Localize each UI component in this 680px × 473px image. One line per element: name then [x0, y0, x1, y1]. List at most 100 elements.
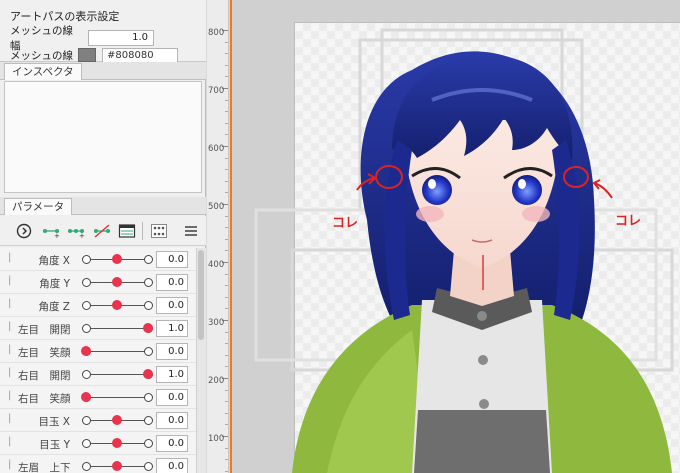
parameter-name: 角度 X: [38, 255, 70, 267]
annotation-label-right: コレ: [615, 214, 642, 229]
parameter-value-input[interactable]: 0.0: [156, 412, 188, 429]
ruler-label: 500: [208, 202, 225, 212]
parameter-slider-max: [144, 347, 153, 356]
parameter-slider-knob[interactable]: [143, 323, 153, 333]
parameter-row[interactable]: | 目玉 Y 0.0: [0, 432, 196, 455]
parameter-slider-min: [82, 370, 91, 379]
parameter-value-input[interactable]: 0.0: [156, 274, 188, 291]
parameter-name: 左眉 上下: [18, 462, 71, 473]
parameter-slider-knob[interactable]: [81, 392, 91, 402]
parameter-list-scroll-thumb[interactable]: [198, 250, 204, 340]
parameter-list: | 角度 X 0.0 | 角度 Y 0.0 | 角度 Z 0.0 | 左目 開閉 1.0 | 左目 笑顔 0…: [0, 248, 196, 473]
annotation-label-left: コレ: [332, 216, 359, 231]
parameter-slider-max: [144, 301, 153, 310]
parameter-name: 角度 Y: [39, 278, 70, 290]
parameter-value-input[interactable]: 0.0: [156, 389, 188, 406]
mesh-line-color-swatch[interactable]: [78, 48, 96, 62]
vertical-ruler: 800 700 600 500 400 300 200 100: [207, 0, 229, 473]
art-path-display-settings: アートパスの表示設定 メッシュの線幅 1.0 メッシュの線色 #808080: [0, 0, 206, 62]
parameter-slider-knob[interactable]: [81, 346, 91, 356]
parameter-link-mark: |: [8, 252, 12, 263]
parameter-slider-min: [82, 301, 91, 310]
keyform-table-icon[interactable]: [117, 222, 137, 240]
parameter-value-input[interactable]: 1.0: [156, 366, 188, 383]
parameter-slider-min: [82, 278, 91, 287]
parameter-slider-knob[interactable]: [112, 300, 122, 310]
parameter-slider-knob[interactable]: [112, 254, 122, 264]
ruler-label: 700: [208, 86, 225, 96]
parameter-slider-min: [82, 462, 91, 471]
parameter-row[interactable]: | 角度 Z 0.0: [0, 294, 196, 317]
add-key-icon[interactable]: +: [41, 222, 61, 240]
svg-text:+: +: [54, 232, 60, 239]
ruler-minor-tick: [225, 331, 228, 333]
ruler-minor-tick: [225, 215, 228, 217]
parameter-slider-track[interactable]: [86, 374, 148, 375]
parameter-slider-min: [82, 324, 91, 333]
ruler-minor-tick: [225, 296, 228, 298]
parameter-row[interactable]: | 目玉 X 0.0: [0, 409, 196, 432]
art-path-settings-title: アートパスの表示設定: [10, 10, 120, 23]
editor-window: アートパスの表示設定 メッシュの線幅 1.0 メッシュの線色 #808080 イ…: [0, 0, 680, 473]
parameter-link-mark: |: [8, 344, 12, 355]
parameter-slider-knob[interactable]: [143, 369, 153, 379]
parameter-row[interactable]: | 角度 Y 0.0: [0, 271, 196, 294]
parameter-row[interactable]: | 右目 笑顔 0.0: [0, 386, 196, 409]
parameter-name: 目玉 X: [38, 416, 70, 428]
parameter-slider-knob[interactable]: [112, 461, 122, 471]
tab-parameters[interactable]: パラメータ: [4, 198, 73, 215]
ruler-minor-tick: [225, 227, 228, 229]
play-circle-icon[interactable]: [14, 222, 34, 240]
parameter-slider-knob[interactable]: [112, 277, 122, 287]
ruler-minor-tick: [225, 180, 228, 182]
remove-keys-icon[interactable]: [92, 222, 112, 240]
parameter-slider-max: [144, 278, 153, 287]
parameter-value-input[interactable]: 0.0: [156, 297, 188, 314]
add-keys-icon[interactable]: +: [66, 222, 86, 240]
parameter-slider-min: [82, 416, 91, 425]
parameter-slider-track[interactable]: [86, 328, 148, 329]
ruler-minor-tick: [225, 134, 228, 136]
parameter-value-input[interactable]: 1.0: [156, 320, 188, 337]
left-blush: [416, 206, 444, 222]
parameter-name: 角度 Z: [38, 301, 70, 313]
parameter-row[interactable]: | 左目 開閉 1.0: [0, 317, 196, 340]
parameter-row[interactable]: | 左眉 上下 0.0: [0, 455, 196, 473]
mesh-line-width-input[interactable]: 1.0: [88, 30, 154, 46]
parameter-value-input[interactable]: 0.0: [156, 458, 188, 473]
ruler-minor-tick: [225, 470, 228, 472]
parameter-value-input[interactable]: 0.0: [156, 251, 188, 268]
parameter-value-input[interactable]: 0.0: [156, 435, 188, 452]
parameter-slider-max: [144, 255, 153, 264]
ruler-minor-tick: [225, 169, 228, 171]
parameter-row[interactable]: | 左目 笑顔 0.0: [0, 340, 196, 363]
mesh-line-color-label: メッシュの線色: [10, 50, 73, 62]
ruler-minor-tick: [225, 64, 228, 66]
ruler-minor-tick: [225, 53, 228, 55]
canvas-view[interactable]: コレ コレ: [232, 0, 680, 473]
parameters-toolbar: + +: [0, 216, 206, 246]
parameter-slider-max: [144, 462, 153, 471]
ruler-minor-tick: [225, 41, 228, 43]
ruler-minor-tick: [225, 99, 228, 101]
tab-inspector[interactable]: インスペクタ: [4, 63, 82, 80]
parameter-row[interactable]: | 角度 X 0.0: [0, 248, 196, 271]
menu-icon[interactable]: [181, 222, 201, 240]
parameter-link-mark: |: [8, 436, 12, 447]
parameter-row[interactable]: | 右目 開閉 1.0: [0, 363, 196, 386]
parameter-slider-max: [144, 393, 153, 402]
parameter-group-icon[interactable]: [149, 222, 169, 240]
parameter-name: 左目 笑顔: [18, 347, 71, 359]
ruler-minor-tick: [225, 76, 228, 78]
parameter-slider-knob[interactable]: [112, 438, 122, 448]
parameter-slider-knob[interactable]: [112, 415, 122, 425]
parameter-name: 右目 笑顔: [18, 393, 71, 405]
mesh-line-color-input[interactable]: #808080: [102, 48, 178, 62]
parameter-slider-track[interactable]: [86, 351, 148, 352]
ruler-label: 300: [208, 318, 225, 328]
parameter-slider-track[interactable]: [86, 397, 148, 398]
parameter-value-input[interactable]: 0.0: [156, 343, 188, 360]
ruler-minor-tick: [225, 424, 228, 426]
character-illustration[interactable]: [232, 0, 680, 473]
ruler-minor-tick: [225, 122, 228, 124]
